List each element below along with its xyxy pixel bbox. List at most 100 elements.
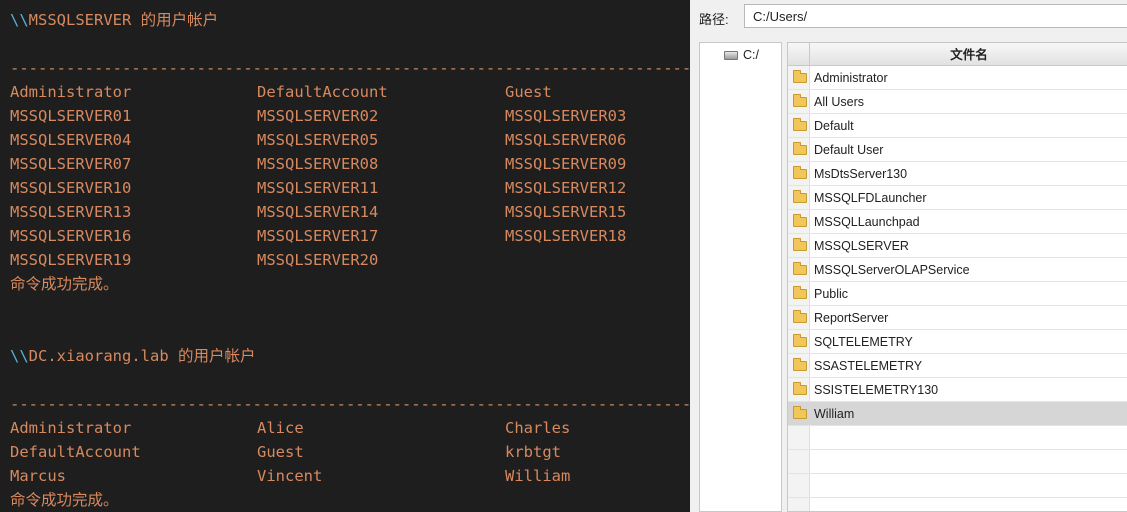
column-header-filename[interactable]: 文件名	[810, 43, 1127, 66]
file-name: Default	[814, 119, 854, 133]
folder-icon	[793, 142, 807, 155]
path-input[interactable]	[744, 4, 1127, 28]
folder-icon	[793, 382, 807, 395]
user-account-name: MSSQLSERVER13	[10, 203, 132, 221]
separator-line: ----------------------------------------…	[10, 59, 690, 77]
separator-line: ----------------------------------------…	[10, 395, 690, 413]
user-account-name: MSSQLSERVER07	[10, 155, 132, 173]
file-list[interactable]: 文件名 Administrator All Users Default Default…	[787, 42, 1127, 512]
folder-icon	[793, 286, 807, 299]
user-account-name: Marcus	[10, 467, 66, 485]
file-name: SQLTELEMETRY	[814, 335, 913, 349]
file-name: ReportServer	[814, 311, 889, 325]
empty-row	[788, 474, 1127, 498]
user-account-name: MSSQLSERVER17	[257, 227, 379, 245]
user-account-name: krbtgt	[505, 443, 561, 461]
user-account-name: Alice	[257, 419, 304, 437]
file-name: William	[814, 407, 855, 421]
row-header-corner	[788, 43, 810, 66]
file-name: MSSQLServerOLAPService	[814, 263, 970, 277]
folder-icon	[793, 262, 807, 275]
user-account-name: MSSQLSERVER15	[505, 203, 627, 221]
user-account-name: MSSQLSERVER02	[257, 107, 379, 125]
file-row[interactable]: MsDtsServer130	[788, 162, 1127, 186]
user-account-name: MSSQLSERVER09	[505, 155, 627, 173]
header-unc-prefix: \\	[10, 11, 29, 29]
file-row[interactable]: Default User	[788, 138, 1127, 162]
user-account-name: MSSQLSERVER14	[257, 203, 379, 221]
folder-icon	[793, 406, 807, 419]
command-success-message: 命令成功完成。	[10, 275, 119, 293]
user-account-name: William	[505, 467, 571, 485]
user-account-name: Guest	[505, 83, 552, 101]
header-unc-prefix: \\	[10, 347, 29, 365]
empty-row	[788, 450, 1127, 474]
folder-icon	[793, 214, 807, 227]
folder-icon	[793, 70, 807, 83]
folder-icon	[793, 94, 807, 107]
folder-icon	[793, 190, 807, 203]
user-account-name: Charles	[505, 419, 571, 437]
folder-icon	[793, 358, 807, 371]
user-account-name: Administrator	[10, 83, 132, 101]
file-row[interactable]: Administrator	[788, 66, 1127, 90]
folder-icon	[793, 166, 807, 179]
user-account-name: MSSQLSERVER12	[505, 179, 627, 197]
file-row[interactable]: SQLTELEMETRY	[788, 330, 1127, 354]
tree-node-label: C:/	[743, 48, 759, 62]
empty-row	[788, 426, 1127, 450]
file-name: MSSQLSERVER	[814, 239, 909, 253]
file-row[interactable]: MSSQLFDLauncher	[788, 186, 1127, 210]
file-rows: Administrator All Users Default Default Use…	[788, 66, 1127, 511]
header-text: MSSQLSERVER 的用户帐户	[28, 11, 219, 29]
file-row[interactable]: All Users	[788, 90, 1127, 114]
file-name: SSASTELEMETRY	[814, 359, 923, 373]
file-name: MSSQLFDLauncher	[814, 191, 927, 205]
user-account-name: MSSQLSERVER03	[505, 107, 627, 125]
directory-tree[interactable]: C:/	[699, 42, 782, 512]
user-account-name: MSSQLSERVER18	[505, 227, 627, 245]
user-account-name: MSSQLSERVER04	[10, 131, 132, 149]
folder-icon	[793, 118, 807, 131]
folder-icon	[793, 238, 807, 251]
user-account-name: MSSQLSERVER10	[10, 179, 132, 197]
file-name: Public	[814, 287, 849, 301]
file-row[interactable]: ReportServer	[788, 306, 1127, 330]
file-row[interactable]: SSISTELEMETRY130	[788, 378, 1127, 402]
empty-row	[788, 498, 1127, 511]
user-account-name: Guest	[257, 443, 304, 461]
terminal-header: \\DC.xiaorang.lab 的用户帐户	[10, 344, 255, 368]
file-row[interactable]: MSSQLSERVER	[788, 234, 1127, 258]
file-name: MSSQLLaunchpad	[814, 215, 920, 229]
terminal-panel[interactable]: \\MSSQLSERVER 的用户帐户 ---------------------…	[0, 0, 690, 512]
file-name: Administrator	[814, 71, 888, 85]
file-name: All Users	[814, 95, 865, 109]
user-account-name: MSSQLSERVER16	[10, 227, 132, 245]
path-label: 路径:	[699, 12, 729, 27]
user-account-name: MSSQLSERVER08	[257, 155, 379, 173]
file-name: SSISTELEMETRY130	[814, 383, 939, 397]
file-row[interactable]: MSSQLLaunchpad	[788, 210, 1127, 234]
user-account-name: MSSQLSERVER06	[505, 131, 627, 149]
file-row[interactable]: SSASTELEMETRY	[788, 354, 1127, 378]
file-row[interactable]: Public	[788, 282, 1127, 306]
command-success-message: 命令成功完成。	[10, 491, 119, 509]
file-row[interactable]: Default	[788, 114, 1127, 138]
user-account-name: Vincent	[257, 467, 323, 485]
user-account-name: MSSQLSERVER11	[257, 179, 379, 197]
user-account-name: MSSQLSERVER01	[10, 107, 132, 125]
drive-icon	[724, 50, 738, 60]
tree-node-c-drive[interactable]: C:/	[724, 48, 759, 62]
user-account-name: MSSQLSERVER19	[10, 251, 132, 269]
folder-icon	[793, 310, 807, 323]
file-browser-panel: 路径: C:/ 文件名 Administrator All Users Defaul…	[690, 0, 1127, 512]
folder-icon	[793, 334, 807, 347]
user-account-name: MSSQLSERVER05	[257, 131, 379, 149]
file-name: MsDtsServer130	[814, 167, 908, 181]
user-account-name: MSSQLSERVER20	[257, 251, 379, 269]
file-row[interactable]: MSSQLServerOLAPService	[788, 258, 1127, 282]
user-account-name: Administrator	[10, 419, 132, 437]
file-row[interactable]: William	[788, 402, 1127, 426]
file-name: Default User	[814, 143, 884, 157]
user-account-name: DefaultAccount	[10, 443, 141, 461]
